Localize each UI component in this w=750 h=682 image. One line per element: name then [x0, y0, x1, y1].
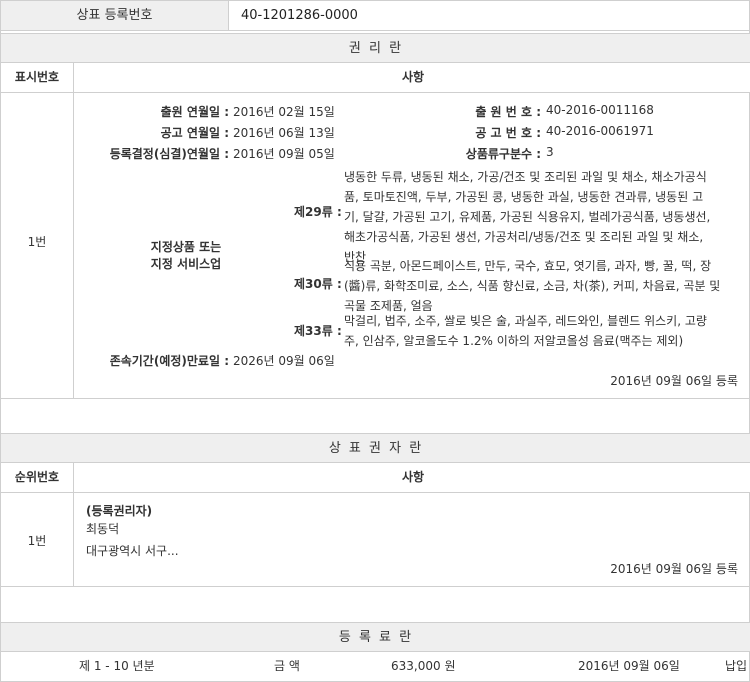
class-29-line: 기, 달걀, 가공된 고기, 유제품, 가공된 식용유지, 벌레가공식품, 냉동… — [344, 210, 711, 224]
publication-date-label: 공고 연월일 : — [160, 126, 229, 140]
designated-goods-label-line2: 지정 서비스업 — [150, 257, 222, 271]
decision-date-value: 2016년 09월 05일 — [233, 147, 335, 161]
owner-registered-note: 2016년 09월 06일 등록 — [610, 562, 738, 576]
class-29-label: 제29류 : — [294, 205, 342, 219]
class-33-goods: 막걸리, 법주, 소주, 쌀로 빚은 술, 과실주, 레드와인, 블렌드 위스키… — [344, 311, 740, 351]
fee-date: 2016년 09월 06일 — [578, 659, 680, 673]
rights-row: 1번 출원 연월일 : 2016년 02월 15일 출 원 번 호 : 40-2… — [1, 93, 750, 399]
class-count-label: 상품류구분수 : — [465, 147, 541, 161]
class-30-line: 식용 곡분, 아몬드페이스트, 만두, 국수, 효모, 엿기름, 과자, 빵, … — [344, 259, 712, 273]
filing-number-value: 40-2016-0011168 — [546, 103, 654, 117]
owner-col-number: 순위번호 — [1, 463, 74, 492]
rights-col-matters: 사항 — [401, 70, 425, 84]
class-33-line: 주, 인삼주, 알코올도수 1.2% 이하의 저알코올성 음료(맥주는 제외) — [344, 334, 684, 348]
designated-goods-label-line1: 지정상품 또는 — [150, 240, 222, 254]
owner-section-title: 상 표 권 자 란 — [1, 433, 750, 463]
class-29-line: 해초가공식품, 가공된 생선, 가공처리/냉동/건조 및 조리된 과일 및 채소… — [344, 230, 704, 244]
class-30-line: (醬)류, 화학조미료, 소스, 식품 향신료, 소금, 차(茶), 커피, 차… — [344, 279, 721, 293]
owner-name: 최동덕 — [86, 522, 120, 536]
owner-address: 대구광역시 서구... — [86, 544, 179, 558]
registration-number-label: 상표 등록번호 — [1, 1, 229, 30]
rights-section-title: 권 리 란 — [1, 33, 750, 63]
rights-registered-note: 2016년 09월 06일 등록 — [610, 374, 738, 388]
fee-status: 납입 — [725, 659, 748, 673]
designated-goods-label: 지정상품 또는 지정 서비스업 — [121, 239, 251, 273]
owner-row: 1번 (등록권리자) 최동덕 대구광역시 서구... 2016년 09월 06일… — [1, 493, 750, 587]
class-count-value: 3 — [546, 145, 554, 159]
class-29-line: 품, 토마토진액, 두부, 가공된 콩, 냉동한 과실, 냉동한 견과류, 냉동… — [344, 190, 704, 204]
owner-col-matters: 사항 — [401, 470, 425, 484]
decision-date-label: 등록결정(심결)연월일 : — [109, 147, 229, 161]
filing-number-label: 출 원 번 호 : — [475, 105, 541, 119]
class-33-label: 제33류 : — [294, 324, 342, 338]
filing-date-label: 출원 연월일 : — [160, 105, 229, 119]
registration-number-value: 40-1201286-0000 — [241, 8, 358, 23]
publication-date-value: 2016년 06월 13일 — [233, 126, 335, 140]
fee-amount-label: 금 액 — [274, 659, 300, 673]
fee-amount: 633,000 원 — [391, 659, 456, 673]
class-29-goods: 냉동한 두류, 냉동된 채소, 가공/건조 및 조리된 과일 및 채소, 채소가… — [344, 167, 740, 267]
fee-row: 제 1 - 10 년분 금 액 633,000 원 2016년 09월 06일 … — [1, 653, 750, 681]
filing-date-value: 2016년 02월 15일 — [233, 105, 335, 119]
fee-period: 제 1 - 10 년분 — [79, 659, 155, 673]
publication-number-value: 40-2016-0061971 — [546, 124, 654, 138]
publication-number-label: 공 고 번 호 : — [475, 126, 541, 140]
class-30-label: 제30류 : — [294, 277, 342, 291]
rights-column-header: 표시번호 사항 — [1, 63, 750, 93]
fee-section-title: 등 록 료 란 — [1, 622, 750, 652]
owner-column-header: 순위번호 사항 — [1, 463, 750, 493]
expiry-date-value: 2026년 09월 06일 — [233, 354, 335, 368]
class-29-line: 냉동한 두류, 냉동된 채소, 가공/건조 및 조리된 과일 및 채소, 채소가… — [344, 170, 707, 184]
owner-row-number: 1번 — [1, 493, 74, 586]
class-30-goods: 식용 곡분, 아몬드페이스트, 만두, 국수, 효모, 엿기름, 과자, 빵, … — [344, 256, 740, 316]
trademark-register: 상표 등록번호 40-1201286-0000 권 리 란 표시번호 사항 1번… — [0, 0, 750, 682]
rights-col-number: 표시번호 — [1, 63, 74, 92]
expiry-date-label: 존속기간(예정)만료일 : — [109, 354, 229, 368]
rights-row-number: 1번 — [1, 93, 74, 398]
class-33-line: 막걸리, 법주, 소주, 쌀로 빚은 술, 과실주, 레드와인, 블렌드 위스키… — [344, 314, 707, 328]
owner-type: (등록권리자) — [86, 504, 153, 518]
registration-number-row: 상표 등록번호 40-1201286-0000 — [1, 1, 750, 31]
